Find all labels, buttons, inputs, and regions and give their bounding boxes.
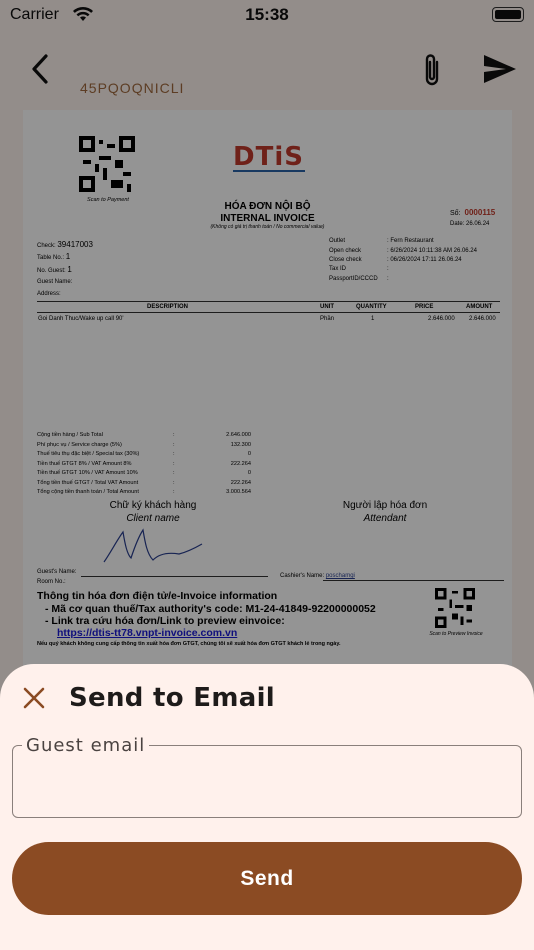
send-email-sheet: Send to Email Guest email Send (0, 664, 534, 950)
guest-email-label: Guest email (22, 735, 150, 756)
send-button[interactable]: Send (12, 842, 522, 915)
close-icon[interactable] (22, 686, 46, 710)
guest-email-input[interactable] (13, 746, 521, 817)
sheet-title: Send to Email (69, 683, 275, 713)
